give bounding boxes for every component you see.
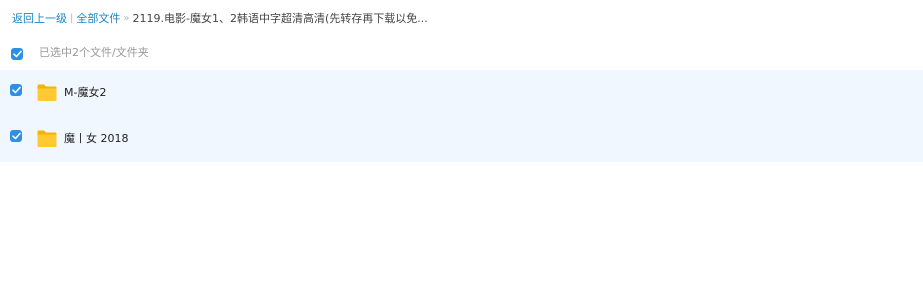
folder-icon [37, 84, 57, 101]
file-list: M-魔女2 魔丨女 2018 [0, 70, 923, 162]
row-checkbox[interactable] [10, 130, 22, 142]
current-folder-title: 2119.电影-魔女1、2韩语中字超清高清(先转存再下载以免... [132, 12, 428, 25]
folder-icon [37, 130, 57, 147]
all-files-link[interactable]: 全部文件 [76, 11, 120, 27]
file-name[interactable]: 魔丨女 2018 [64, 131, 129, 147]
checkmark-icon [11, 132, 21, 140]
list-item[interactable]: M-魔女2 [0, 70, 923, 116]
checkmark-icon [11, 86, 21, 94]
breadcrumb-separator: | [70, 13, 74, 24]
breadcrumb: 返回上一级 | 全部文件 » 2119.电影-魔女1、2韩语中字超清高清(先转存… [12, 11, 428, 27]
selection-status: 已选中2个文件/文件夹 [39, 46, 149, 59]
back-link[interactable]: 返回上一级 [12, 11, 67, 27]
list-item[interactable]: 魔丨女 2018 [0, 116, 923, 162]
row-checkbox[interactable] [10, 84, 22, 96]
breadcrumb-separator-arrow: » [123, 13, 130, 24]
file-name[interactable]: M-魔女2 [64, 85, 106, 101]
select-all-checkbox[interactable] [11, 48, 23, 60]
checkmark-icon [12, 50, 22, 58]
selection-toolbar: 已选中2个文件/文件夹 [0, 41, 923, 67]
file-browser-page: 返回上一级 | 全部文件 » 2119.电影-魔女1、2韩语中字超清高清(先转存… [0, 0, 923, 307]
